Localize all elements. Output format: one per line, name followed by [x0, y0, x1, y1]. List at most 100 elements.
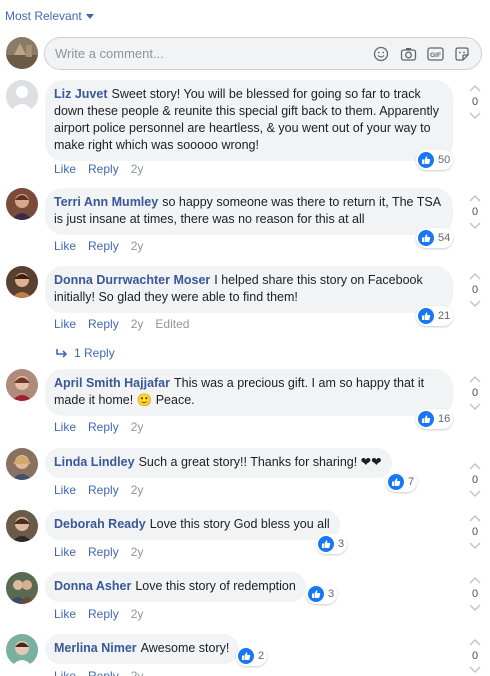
vote-control: 0 [468, 462, 482, 498]
reaction-number: 16 [438, 413, 451, 425]
comment-author[interactable]: Liz Juvet [54, 87, 108, 101]
reaction-count[interactable]: 16 [416, 409, 454, 429]
downvote-icon[interactable] [469, 542, 481, 550]
reaction-count[interactable]: 21 [416, 306, 454, 326]
like-button[interactable]: Like [54, 607, 76, 621]
comment-actions: Like Reply 2y [54, 545, 155, 559]
upvote-icon[interactable] [469, 576, 481, 584]
comment-bubble: Liz Juvet Sweet story! You will be blesse… [45, 80, 453, 161]
comment-author[interactable]: Donna Durrwachter Moser [54, 273, 210, 287]
like-icon [418, 230, 434, 246]
like-button[interactable]: Like [54, 239, 76, 253]
reaction-count[interactable]: 3 [316, 534, 348, 554]
upvote-icon[interactable] [469, 638, 481, 646]
comment-author[interactable]: Donna Asher [54, 579, 131, 593]
downvote-icon[interactable] [469, 222, 481, 230]
camera-icon[interactable] [399, 45, 417, 63]
comment-timestamp[interactable]: 2y [131, 669, 144, 676]
comment-timestamp[interactable]: 2y [131, 545, 144, 559]
comment-input[interactable] [55, 46, 372, 61]
avatar[interactable] [6, 572, 38, 604]
vote-count: 0 [471, 96, 479, 108]
avatar[interactable] [6, 510, 38, 542]
comment-timestamp[interactable]: 2y [131, 239, 144, 253]
edited-label[interactable]: Edited [155, 317, 189, 331]
sticker-icon[interactable] [453, 45, 471, 63]
downvote-icon[interactable] [469, 666, 481, 674]
like-button[interactable]: Like [54, 669, 76, 676]
upvote-icon[interactable] [469, 375, 481, 383]
downvote-icon[interactable] [469, 300, 481, 308]
emoji-icon[interactable] [372, 45, 390, 63]
downvote-icon[interactable] [469, 112, 481, 120]
upvote-icon[interactable] [469, 194, 481, 202]
like-icon [238, 648, 254, 664]
reaction-count[interactable]: 7 [386, 472, 418, 492]
comment-composer[interactable]: GIF [44, 37, 482, 70]
like-icon [318, 536, 334, 552]
comment-actions: Like Reply 2y [54, 162, 155, 176]
like-icon [388, 474, 404, 490]
reaction-number: 7 [408, 476, 415, 488]
like-icon [308, 586, 324, 602]
upvote-icon[interactable] [469, 514, 481, 522]
vote-count: 0 [471, 588, 479, 600]
comment-timestamp[interactable]: 2y [131, 607, 144, 621]
gif-icon[interactable]: GIF [426, 45, 444, 63]
comment-timestamp[interactable]: 2y [131, 317, 144, 331]
comment-bubble: Merlina Nimer Awesome story! [45, 634, 240, 664]
reaction-count[interactable]: 3 [306, 584, 338, 604]
comment-author[interactable]: Terri Ann Mumley [54, 195, 158, 209]
reply-button[interactable]: Reply [88, 607, 119, 621]
reply-button[interactable]: Reply [88, 545, 119, 559]
upvote-icon[interactable] [469, 272, 481, 280]
vote-control: 0 [468, 272, 482, 308]
reaction-count[interactable]: 54 [416, 228, 454, 248]
vote-control: 0 [468, 84, 482, 120]
reply-button[interactable]: Reply [88, 239, 119, 253]
like-icon [418, 411, 434, 427]
downvote-icon[interactable] [469, 604, 481, 612]
view-replies-link[interactable]: 1 Reply [56, 346, 115, 360]
sort-label: Most Relevant [5, 9, 82, 23]
vote-control: 0 [468, 514, 482, 550]
avatar[interactable] [6, 266, 38, 298]
comment-author[interactable]: Linda Lindley [54, 455, 135, 469]
svg-text:GIF: GIF [430, 52, 441, 59]
avatar[interactable] [6, 188, 38, 220]
avatar[interactable] [6, 369, 38, 401]
reply-button[interactable]: Reply [88, 669, 119, 676]
like-button[interactable]: Like [54, 545, 76, 559]
reaction-count[interactable]: 2 [236, 646, 268, 666]
comment-author[interactable]: April Smith Hajjafar [54, 376, 170, 390]
downvote-icon[interactable] [469, 490, 481, 498]
reply-button[interactable]: Reply [88, 317, 119, 331]
avatar[interactable] [6, 448, 38, 480]
downvote-icon[interactable] [469, 403, 481, 411]
sort-dropdown[interactable]: Most Relevant [5, 9, 94, 23]
comment-timestamp[interactable]: 2y [131, 162, 144, 176]
vote-count: 0 [471, 526, 479, 538]
caret-down-icon [85, 13, 94, 19]
like-button[interactable]: Like [54, 483, 76, 497]
reply-button[interactable]: Reply [88, 420, 119, 434]
like-button[interactable]: Like [54, 420, 76, 434]
comment-text: Love this story God bless you all [149, 517, 330, 531]
comment-timestamp[interactable]: 2y [131, 483, 144, 497]
avatar[interactable] [6, 80, 38, 112]
upvote-icon[interactable] [469, 462, 481, 470]
reply-button[interactable]: Reply [88, 483, 119, 497]
reply-button[interactable]: Reply [88, 162, 119, 176]
reaction-number: 3 [338, 538, 345, 550]
avatar[interactable] [6, 634, 38, 666]
comment-author[interactable]: Deborah Ready [54, 517, 146, 531]
reply-count: 1 Reply [74, 346, 115, 360]
comment-author[interactable]: Merlina Nimer [54, 641, 137, 655]
like-button[interactable]: Like [54, 162, 76, 176]
like-button[interactable]: Like [54, 317, 76, 331]
comment-text: Love this story of redemption [135, 579, 296, 593]
reaction-count[interactable]: 50 [416, 150, 454, 170]
comment-actions: Like Reply 2y [54, 669, 155, 676]
comment-timestamp[interactable]: 2y [131, 420, 144, 434]
upvote-icon[interactable] [469, 84, 481, 92]
